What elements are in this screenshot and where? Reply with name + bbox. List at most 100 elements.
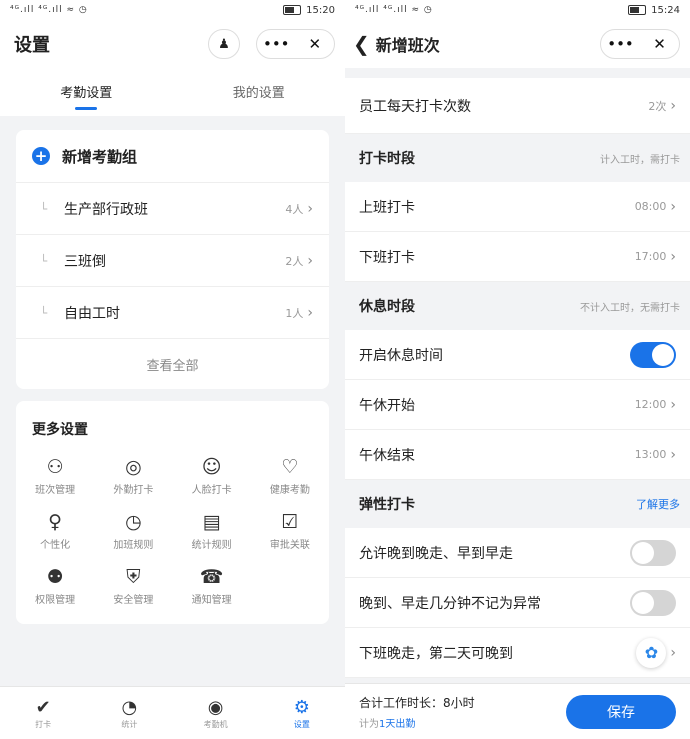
stats-icon: ▤ [202,511,221,533]
close-icon[interactable]: ✕ [640,35,679,53]
group-count: 2人 [285,254,304,268]
add-group-button[interactable]: + 新增考勤组 [16,130,329,182]
row-label: 下班打卡 [359,249,415,266]
nav-punch[interactable]: ✔ 打卡 [0,687,86,739]
battery-icon [283,5,302,15]
check-icon: ✔ [35,696,51,718]
chevron-right-icon: › [670,446,676,463]
item-label: 外勤打卡 [113,485,154,496]
tree-branch-icon: └ [40,305,48,320]
bottom-nav: ✔ 打卡 ◔ 统计 ◉ 考勤机 ⚙ 设置 [0,686,345,739]
grace-minutes-toggle[interactable] [630,589,676,616]
item-label: 安全管理 [113,595,154,606]
row-value: 13:00 [634,448,667,461]
row-label: 开启休息时间 [359,347,443,364]
overtime-rules-button[interactable]: ◷ 加班规则 [94,508,172,551]
nav-settings[interactable]: ⚙ 设置 [259,687,345,739]
location-icon: ◎ [125,456,142,478]
item-label: 人脸打卡 [191,485,232,496]
off-duty-row[interactable]: 下班打卡 17:00 › [345,232,690,282]
chevron-right-icon: › [307,200,313,217]
attendance-prefix: 计为 [359,718,379,730]
chevron-right-icon: › [670,97,676,114]
stats-rules-button[interactable]: ▤ 统计规则 [173,508,251,551]
back-icon[interactable]: ❮ [353,32,370,56]
nav-label: 考勤机 [203,719,228,729]
attendance-groups-card: + 新增考勤组 └ 生产部行政班 4人 › └ 三班倒 2人 › └ 自由工时 … [16,130,329,389]
user-permission-icon: ⚉ [46,566,64,588]
nav-device[interactable]: ◉ 考勤机 [173,687,259,739]
more-settings-title: 更多设置 [32,422,88,438]
section-title: 弹性打卡 [359,497,415,513]
lunch-end-row[interactable]: 午休结束 13:00 › [345,430,690,480]
field-punch-button[interactable]: ◎ 外勤打卡 [94,453,172,496]
page-title: 设置 [14,35,50,56]
tab-my-settings[interactable]: 我的设置 [173,68,346,116]
nav-label: 打卡 [35,719,52,729]
new-shift-screen: ⁴ᴳ.ıll ⁴ᴳ.ıll ≈ ◷ 15:24 ❮ 新增班次 ••• ✕ 员工每… [345,0,690,739]
lunch-start-row[interactable]: 午休开始 12:00 › [345,380,690,430]
more-settings-card: 更多设置 ⚇ 班次管理 ◎ 外勤打卡 ☺ 人脸打卡 ♡ 健康考勤 ♀ 个性化 ◷ 加班规则 … [16,401,329,624]
more-icon[interactable]: ••• [601,35,640,53]
punch-period-section: 打卡时段 计入工时，需打卡 [345,134,690,182]
view-all-button[interactable]: 查看全部 [16,338,329,389]
shift-management-button[interactable]: ⚇ 班次管理 [16,453,94,496]
person-icon: ♀ [48,511,63,533]
face-punch-button[interactable]: ☺ 人脸打卡 [173,453,251,496]
nav-label: 设置 [293,719,310,729]
attendance-count: 计为1天出勤 [359,715,566,730]
item-label: 加班规则 [113,540,154,551]
section-title: 休息时段 [359,299,415,315]
save-button[interactable]: 保存 [566,694,676,729]
daily-punch-count-row[interactable]: 员工每天打卡次数 2次 › [345,78,690,134]
permission-button[interactable]: ⚉ 权限管理 [16,563,94,606]
close-icon[interactable]: ✕ [296,35,335,53]
nav-stats[interactable]: ◔ 统计 [86,687,172,739]
row-label: 上班打卡 [359,199,415,216]
personalize-button[interactable]: ♀ 个性化 [16,508,94,551]
settings-tabs: 考勤设置 我的设置 [0,68,345,116]
pie-chart-icon: ◔ [121,696,138,718]
signal-icons: ⁴ᴳ.ıll ⁴ᴳ.ıll ≈ ◷ [355,5,433,15]
page-title: 新增班次 [375,36,440,55]
late-leave-next-day-row[interactable]: 下班晚走，第二天可晚到 ✿ › [345,628,690,678]
assistant-bubble-icon[interactable]: ✿ [636,637,667,668]
notification-button[interactable]: ☎ 通知管理 [173,563,251,606]
flex-late-early-row: 允许晚到晚走、早到早走 [345,528,690,578]
rest-enable-row: 开启休息时间 [345,330,690,380]
rest-period-section: 休息时段 不计入工时，无需打卡 [345,282,690,330]
group-name: 三班倒 [64,253,106,270]
row-label: 下班晚走，第二天可晚到 [359,645,513,662]
mini-capsule: ••• ✕ [256,29,335,59]
flex-late-early-toggle[interactable] [630,539,676,566]
chevron-right-icon: › [670,198,676,215]
item-label: 审批关联 [269,540,310,551]
chevron-right-icon: › [670,248,676,265]
signal-icons: ⁴ᴳ.ıll ⁴ᴳ.ıll ≈ ◷ [10,5,88,15]
item-label: 权限管理 [35,595,76,606]
rest-enable-toggle[interactable] [630,341,676,368]
tab-attendance-settings[interactable]: 考勤设置 [0,68,173,116]
security-button[interactable]: ⛨ 安全管理 [94,563,172,606]
health-attendance-button[interactable]: ♡ 健康考勤 [251,453,329,496]
user-switch-icon[interactable]: ♟ [208,29,240,59]
row-label: 员工每天打卡次数 [359,98,471,115]
more-icon[interactable]: ••• [257,35,296,53]
approval-link-button[interactable]: ☑ 审批关联 [251,508,329,551]
clock: 15:20 [306,4,335,16]
section-title: 打卡时段 [359,151,415,167]
learn-more-link[interactable]: 了解更多 [636,496,680,512]
item-label: 健康考勤 [269,485,310,496]
toggle-knob [632,541,654,564]
item-label: 通知管理 [191,595,232,606]
overtime-icon: ◷ [125,511,142,533]
checkbox-icon: ☑ [281,511,299,533]
group-name: 生产部行政班 [64,201,148,218]
gear-icon: ⚙ [293,696,310,718]
on-duty-row[interactable]: 上班打卡 08:00 › [345,182,690,232]
group-row[interactable]: └ 自由工时 1人 › [16,286,329,338]
clock: 15:24 [651,4,680,16]
group-row[interactable]: └ 三班倒 2人 › [16,234,329,286]
chevron-right-icon: › [307,304,313,321]
group-row[interactable]: └ 生产部行政班 4人 › [16,182,329,234]
